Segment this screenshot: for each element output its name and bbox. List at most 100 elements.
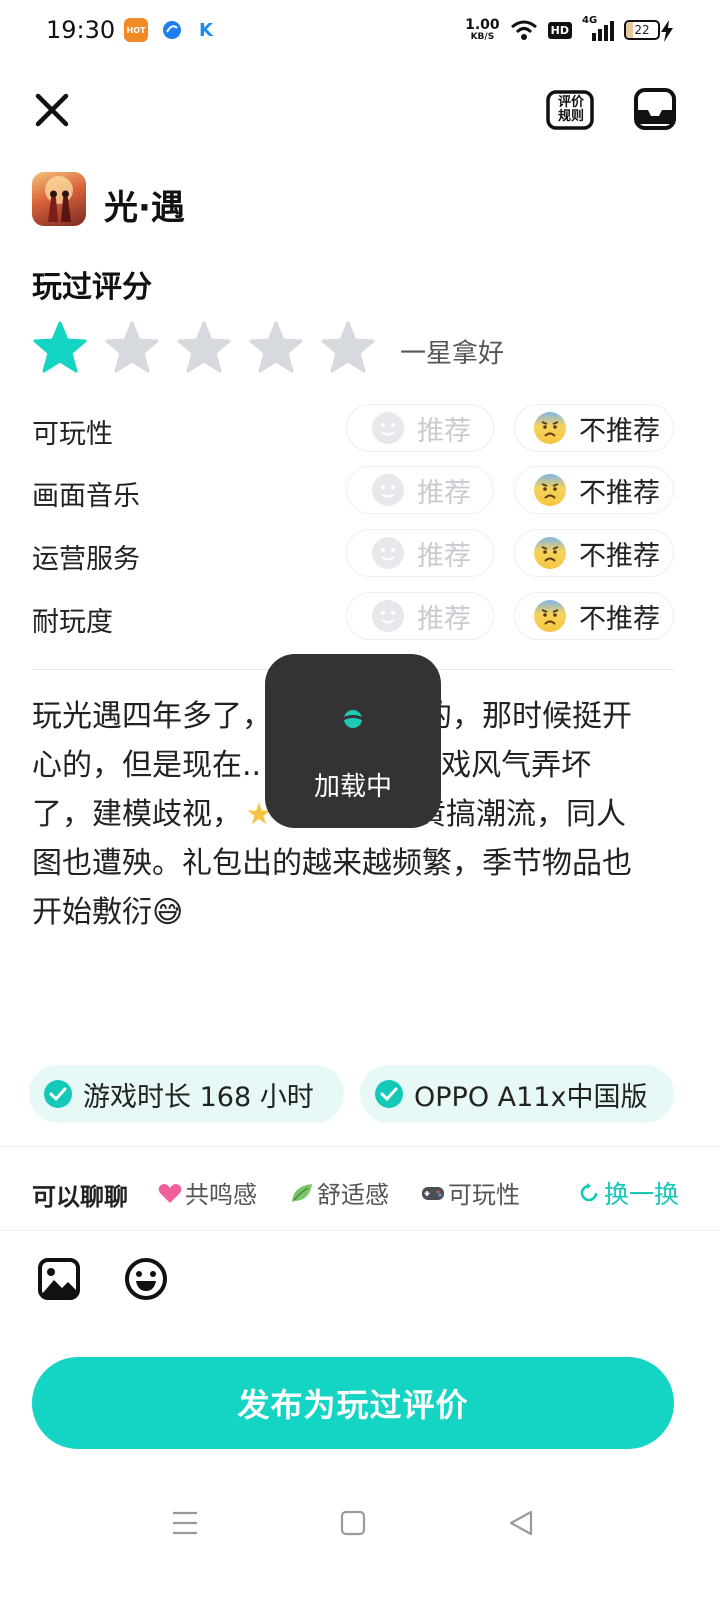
worried-face-icon [534, 600, 566, 632]
review-line-4: 图也遭殃。礼包出的越来越频繁，季节物品也 [32, 846, 632, 881]
publish-review-button[interactable]: 发布为玩过评价 [32, 1357, 674, 1449]
recommend-label: 推荐 [417, 603, 471, 635]
topic-label: 可玩性 [448, 1181, 520, 1209]
rating-section-title: 玩过评分 [32, 270, 152, 305]
refresh-label: 换一换 [604, 1180, 680, 1209]
smile-face-icon [372, 412, 404, 444]
hot-app-icon: HOT [124, 18, 148, 42]
hot-app-label: HOT [126, 25, 146, 35]
recommend-label: 推荐 [417, 477, 471, 509]
star-empty-icon[interactable] [248, 320, 304, 376]
not-recommend-label: 不推荐 [579, 603, 660, 635]
topic-playability[interactable]: 可玩性 [420, 1175, 520, 1210]
recommend-button[interactable]: 推荐 [346, 404, 494, 452]
not-recommend-label: 不推荐 [579, 477, 660, 509]
aspect-label: 画面音乐 [32, 481, 140, 512]
charging-icon [661, 20, 673, 42]
back-icon[interactable] [506, 1508, 536, 1538]
review-line-2a: 心的，但是现在.. [32, 748, 262, 783]
chat-label: 可以聊聊 [32, 1183, 128, 1211]
star-empty-icon[interactable] [104, 320, 160, 376]
not-recommend-button[interactable]: 不推荐 [514, 529, 674, 577]
rating-text: 一星拿好 [400, 339, 505, 369]
star-rating[interactable] [32, 320, 376, 376]
cellular-signal: 4G [582, 15, 614, 41]
topic-label: 舒适感 [317, 1181, 389, 1209]
recommend-label: 推荐 [417, 415, 471, 447]
worried-face-icon [534, 412, 566, 444]
smile-face-icon [372, 474, 404, 506]
battery-fill [626, 22, 634, 38]
star-filled-icon[interactable] [32, 320, 88, 376]
review-line-5: 开始敷衍😅 [32, 895, 184, 930]
aspect-label: 运营服务 [32, 544, 140, 575]
net-speed-unit: KB/S [470, 32, 495, 42]
aspect-label: 耐玩度 [32, 607, 113, 638]
not-recommend-button[interactable]: 不推荐 [514, 466, 674, 514]
not-recommend-button[interactable]: 不推荐 [514, 592, 674, 640]
not-recommend-label: 不推荐 [579, 540, 660, 572]
not-recommend-label: 不推荐 [579, 415, 660, 447]
recommend-button[interactable]: 推荐 [346, 466, 494, 514]
rules-label-line2: 规则 [558, 109, 585, 124]
leaf-icon [292, 1183, 312, 1202]
net-speed-value: 1.00 [465, 17, 500, 33]
menu-icon[interactable] [170, 1508, 200, 1538]
k-app-label: K [199, 19, 213, 41]
status-indicators: 1.00 KB/S HD 4G 22 [465, 15, 660, 42]
hd-badge: HD [547, 21, 572, 39]
recommend-button[interactable]: 推荐 [346, 592, 494, 640]
topic-comfort[interactable]: 舒适感 [289, 1175, 389, 1210]
emoji-icon[interactable] [124, 1257, 168, 1301]
signal-icon [592, 21, 614, 41]
battery-indicator: 22 [624, 20, 660, 40]
recommend-button[interactable]: 推荐 [346, 529, 494, 577]
check-circle-icon [44, 1080, 72, 1108]
refresh-icon [580, 1183, 598, 1202]
close-icon[interactable] [30, 88, 74, 132]
device-text: OPPO A11x中国版 [414, 1081, 648, 1113]
blue-app-icon [160, 18, 184, 42]
smile-face-icon [372, 537, 404, 569]
status-bar: 19:30 HOT K 1.00 KB/S HD 4G 22 [0, 0, 720, 64]
aspect-row-operations: 运营服务 推荐 不推荐 [0, 529, 720, 577]
topic-label: 共鸣感 [185, 1181, 257, 1209]
smile-face-icon [372, 600, 404, 632]
topic-resonance[interactable]: 共鸣感 [157, 1175, 257, 1210]
worried-face-icon [534, 474, 566, 506]
status-time: 19:30 [46, 16, 116, 44]
game-name: 光·遇 [104, 188, 185, 228]
aspect-row-playability: 可玩性 推荐 不推荐 [0, 404, 720, 452]
aspect-row-durability: 耐玩度 推荐 不推荐 [0, 592, 720, 640]
rules-label-line1: 评价 [558, 95, 585, 110]
k-app-icon: K [194, 18, 218, 42]
image-icon[interactable] [38, 1258, 80, 1300]
loading-text: 加载中 [313, 772, 392, 802]
star-empty-icon[interactable] [176, 320, 232, 376]
rules-button[interactable]: 评价 规则 [546, 90, 594, 130]
device-tag: OPPO A11x中国版 [360, 1065, 674, 1123]
home-icon[interactable] [338, 1508, 368, 1538]
divider [0, 1146, 720, 1147]
aspect-row-graphics-music: 画面音乐 推荐 不推荐 [0, 466, 720, 514]
check-circle-icon [375, 1080, 403, 1108]
review-line-1b: 的，那时候挺开 [422, 699, 632, 734]
heart-icon [158, 1183, 182, 1203]
not-recommend-button[interactable]: 不推荐 [514, 404, 674, 452]
refresh-topics-button[interactable]: 换一换 [578, 1175, 679, 1211]
play-time-tag: 游戏时长 168 小时 [29, 1065, 344, 1123]
loading-toast: 加载中 [265, 654, 441, 828]
inbox-icon[interactable] [634, 88, 676, 130]
review-line-3a: 了，建模歧视， [32, 797, 242, 832]
game-icon [32, 172, 86, 226]
battery-level: 22 [634, 23, 650, 37]
wifi-icon [510, 20, 537, 40]
loading-spinner-icon [342, 710, 364, 728]
worried-face-icon [534, 537, 566, 569]
gamepad-icon [422, 1186, 444, 1200]
star-empty-icon[interactable] [320, 320, 376, 376]
review-line-1a: 玩光遇四年多了， [32, 699, 272, 734]
aspect-label: 可玩性 [32, 419, 113, 450]
play-time-text: 游戏时长 168 小时 [83, 1081, 314, 1113]
recommend-label: 推荐 [417, 540, 471, 572]
